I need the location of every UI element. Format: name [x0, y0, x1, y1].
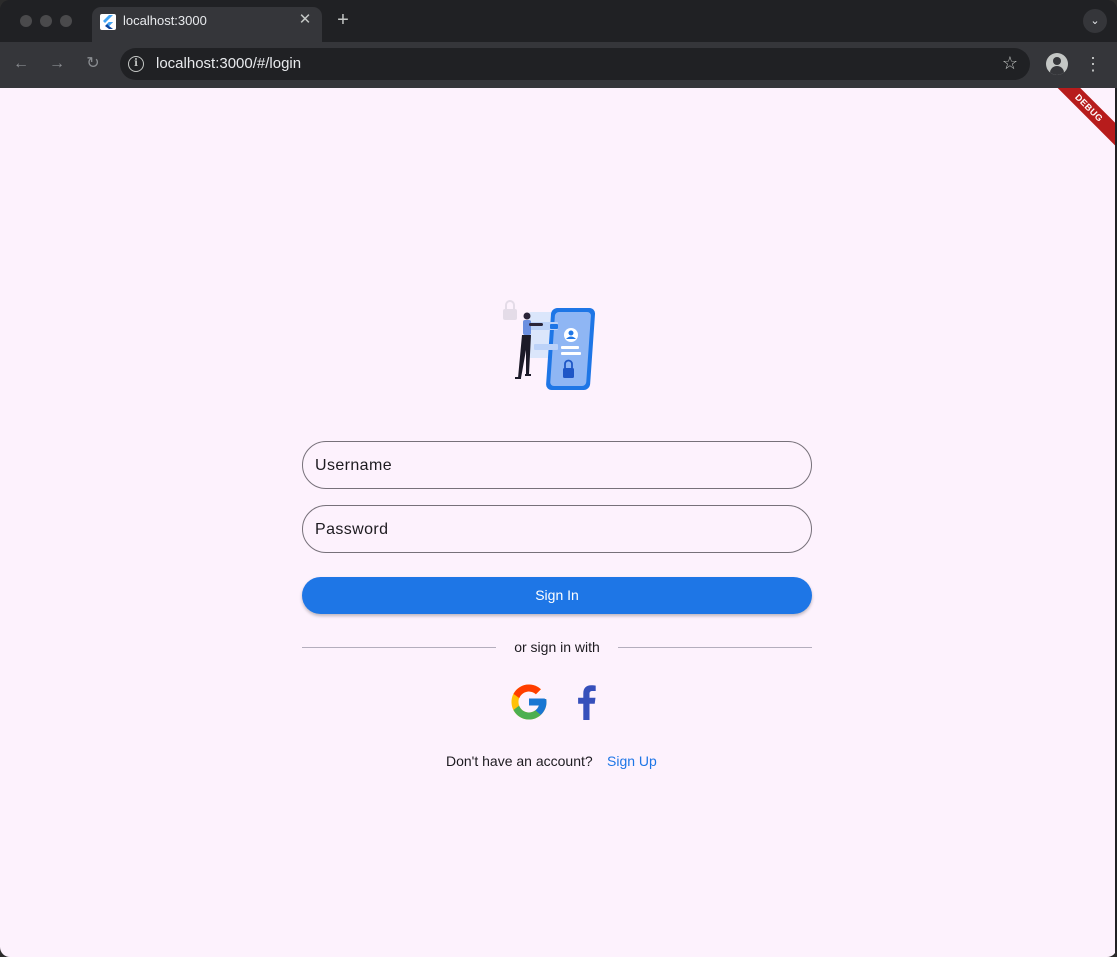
facebook-icon[interactable] — [573, 684, 599, 720]
username-field[interactable]: Username — [302, 441, 812, 489]
back-button[interactable]: ← — [10, 53, 32, 75]
maximize-window-button[interactable] — [60, 15, 72, 27]
tab-strip: localhost:3000 ✕ + ⌄ — [0, 0, 1117, 42]
debug-banner: DEBUG — [1040, 88, 1115, 157]
login-illustration — [503, 300, 596, 390]
divider-right — [618, 647, 812, 648]
site-info-icon[interactable]: i — [128, 56, 144, 72]
close-window-button[interactable] — [20, 15, 32, 27]
password-field[interactable]: Password — [302, 505, 812, 553]
new-tab-button[interactable]: + — [333, 9, 353, 31]
sign-in-button[interactable]: Sign In — [302, 577, 812, 614]
tab-title: localhost:3000 — [123, 13, 207, 28]
no-account-text: Don't have an account? — [446, 753, 593, 769]
minimize-window-button[interactable] — [40, 15, 52, 27]
browser-toolbar: ← → ↻ i localhost:3000/#/login ☆ ⋮ — [0, 42, 1117, 88]
forward-button[interactable]: → — [46, 53, 68, 75]
profile-avatar-icon[interactable] — [1046, 53, 1068, 75]
address-bar[interactable]: i localhost:3000/#/login ☆ — [120, 48, 1030, 80]
login-page: DEBUG Username Password Sign In or sign … — [0, 88, 1115, 957]
password-label: Password — [315, 521, 389, 538]
divider-text: or sign in with — [514, 639, 600, 655]
browser-menu-icon[interactable]: ⋮ — [1084, 53, 1102, 75]
browser-window: localhost:3000 ✕ + ⌄ ← → ↻ i localhost:3… — [0, 0, 1117, 957]
google-icon[interactable] — [508, 681, 550, 723]
tab-search-button[interactable]: ⌄ — [1083, 9, 1107, 33]
bookmark-star-icon[interactable]: ☆ — [1002, 53, 1018, 73]
sign-up-link[interactable]: Sign Up — [607, 753, 657, 770]
tab-close-icon[interactable]: ✕ — [296, 11, 314, 29]
reload-button[interactable]: ↻ — [82, 53, 104, 75]
flutter-favicon-icon — [100, 14, 116, 30]
divider-left — [302, 647, 496, 648]
username-label: Username — [315, 457, 393, 474]
browser-tab[interactable]: localhost:3000 ✕ — [92, 7, 322, 42]
url-text[interactable]: localhost:3000/#/login — [156, 55, 301, 73]
